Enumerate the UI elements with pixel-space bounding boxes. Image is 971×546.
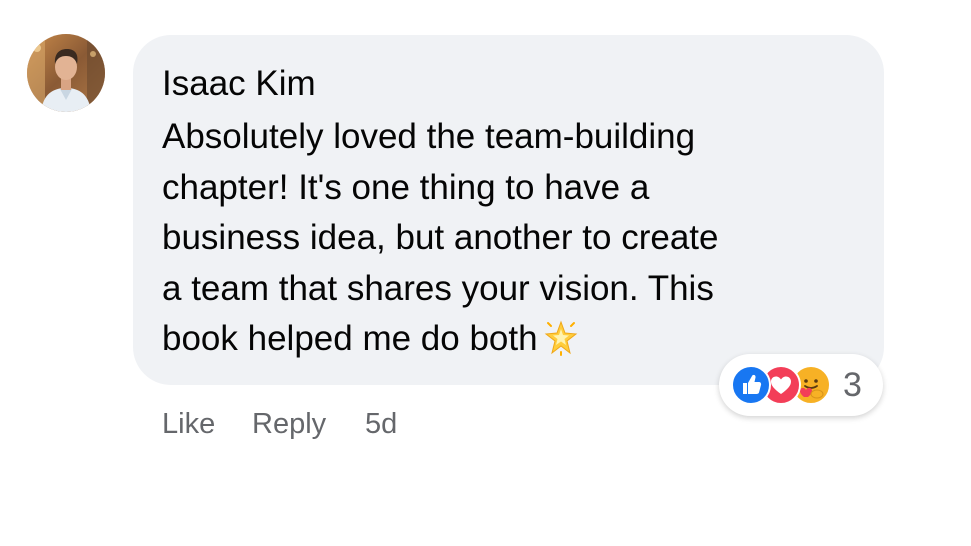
glowing-star-icon xyxy=(544,320,578,371)
comment-body: Absolutely loved the team-building chapt… xyxy=(162,112,862,371)
comment-timestamp[interactable]: 5d xyxy=(365,404,397,444)
author-avatar[interactable] xyxy=(27,34,105,112)
comment-line: Absolutely loved the team-building xyxy=(162,117,696,156)
comment-author-name[interactable]: Isaac Kim xyxy=(162,62,316,106)
reply-button[interactable]: Reply xyxy=(252,404,326,444)
comment-line: a team that shares your vision. This xyxy=(162,268,714,308)
avatar-photo xyxy=(27,34,105,112)
comment-line: chapter! It's one thing to have a xyxy=(162,167,650,207)
like-button[interactable]: Like xyxy=(162,404,215,444)
comment-line: business idea, but another to create xyxy=(162,218,719,257)
reactions-summary[interactable]: 3 xyxy=(719,354,883,416)
comment-line-text: book helped me do both xyxy=(162,319,538,358)
like-icon xyxy=(731,365,771,405)
reaction-count: 3 xyxy=(843,366,862,404)
